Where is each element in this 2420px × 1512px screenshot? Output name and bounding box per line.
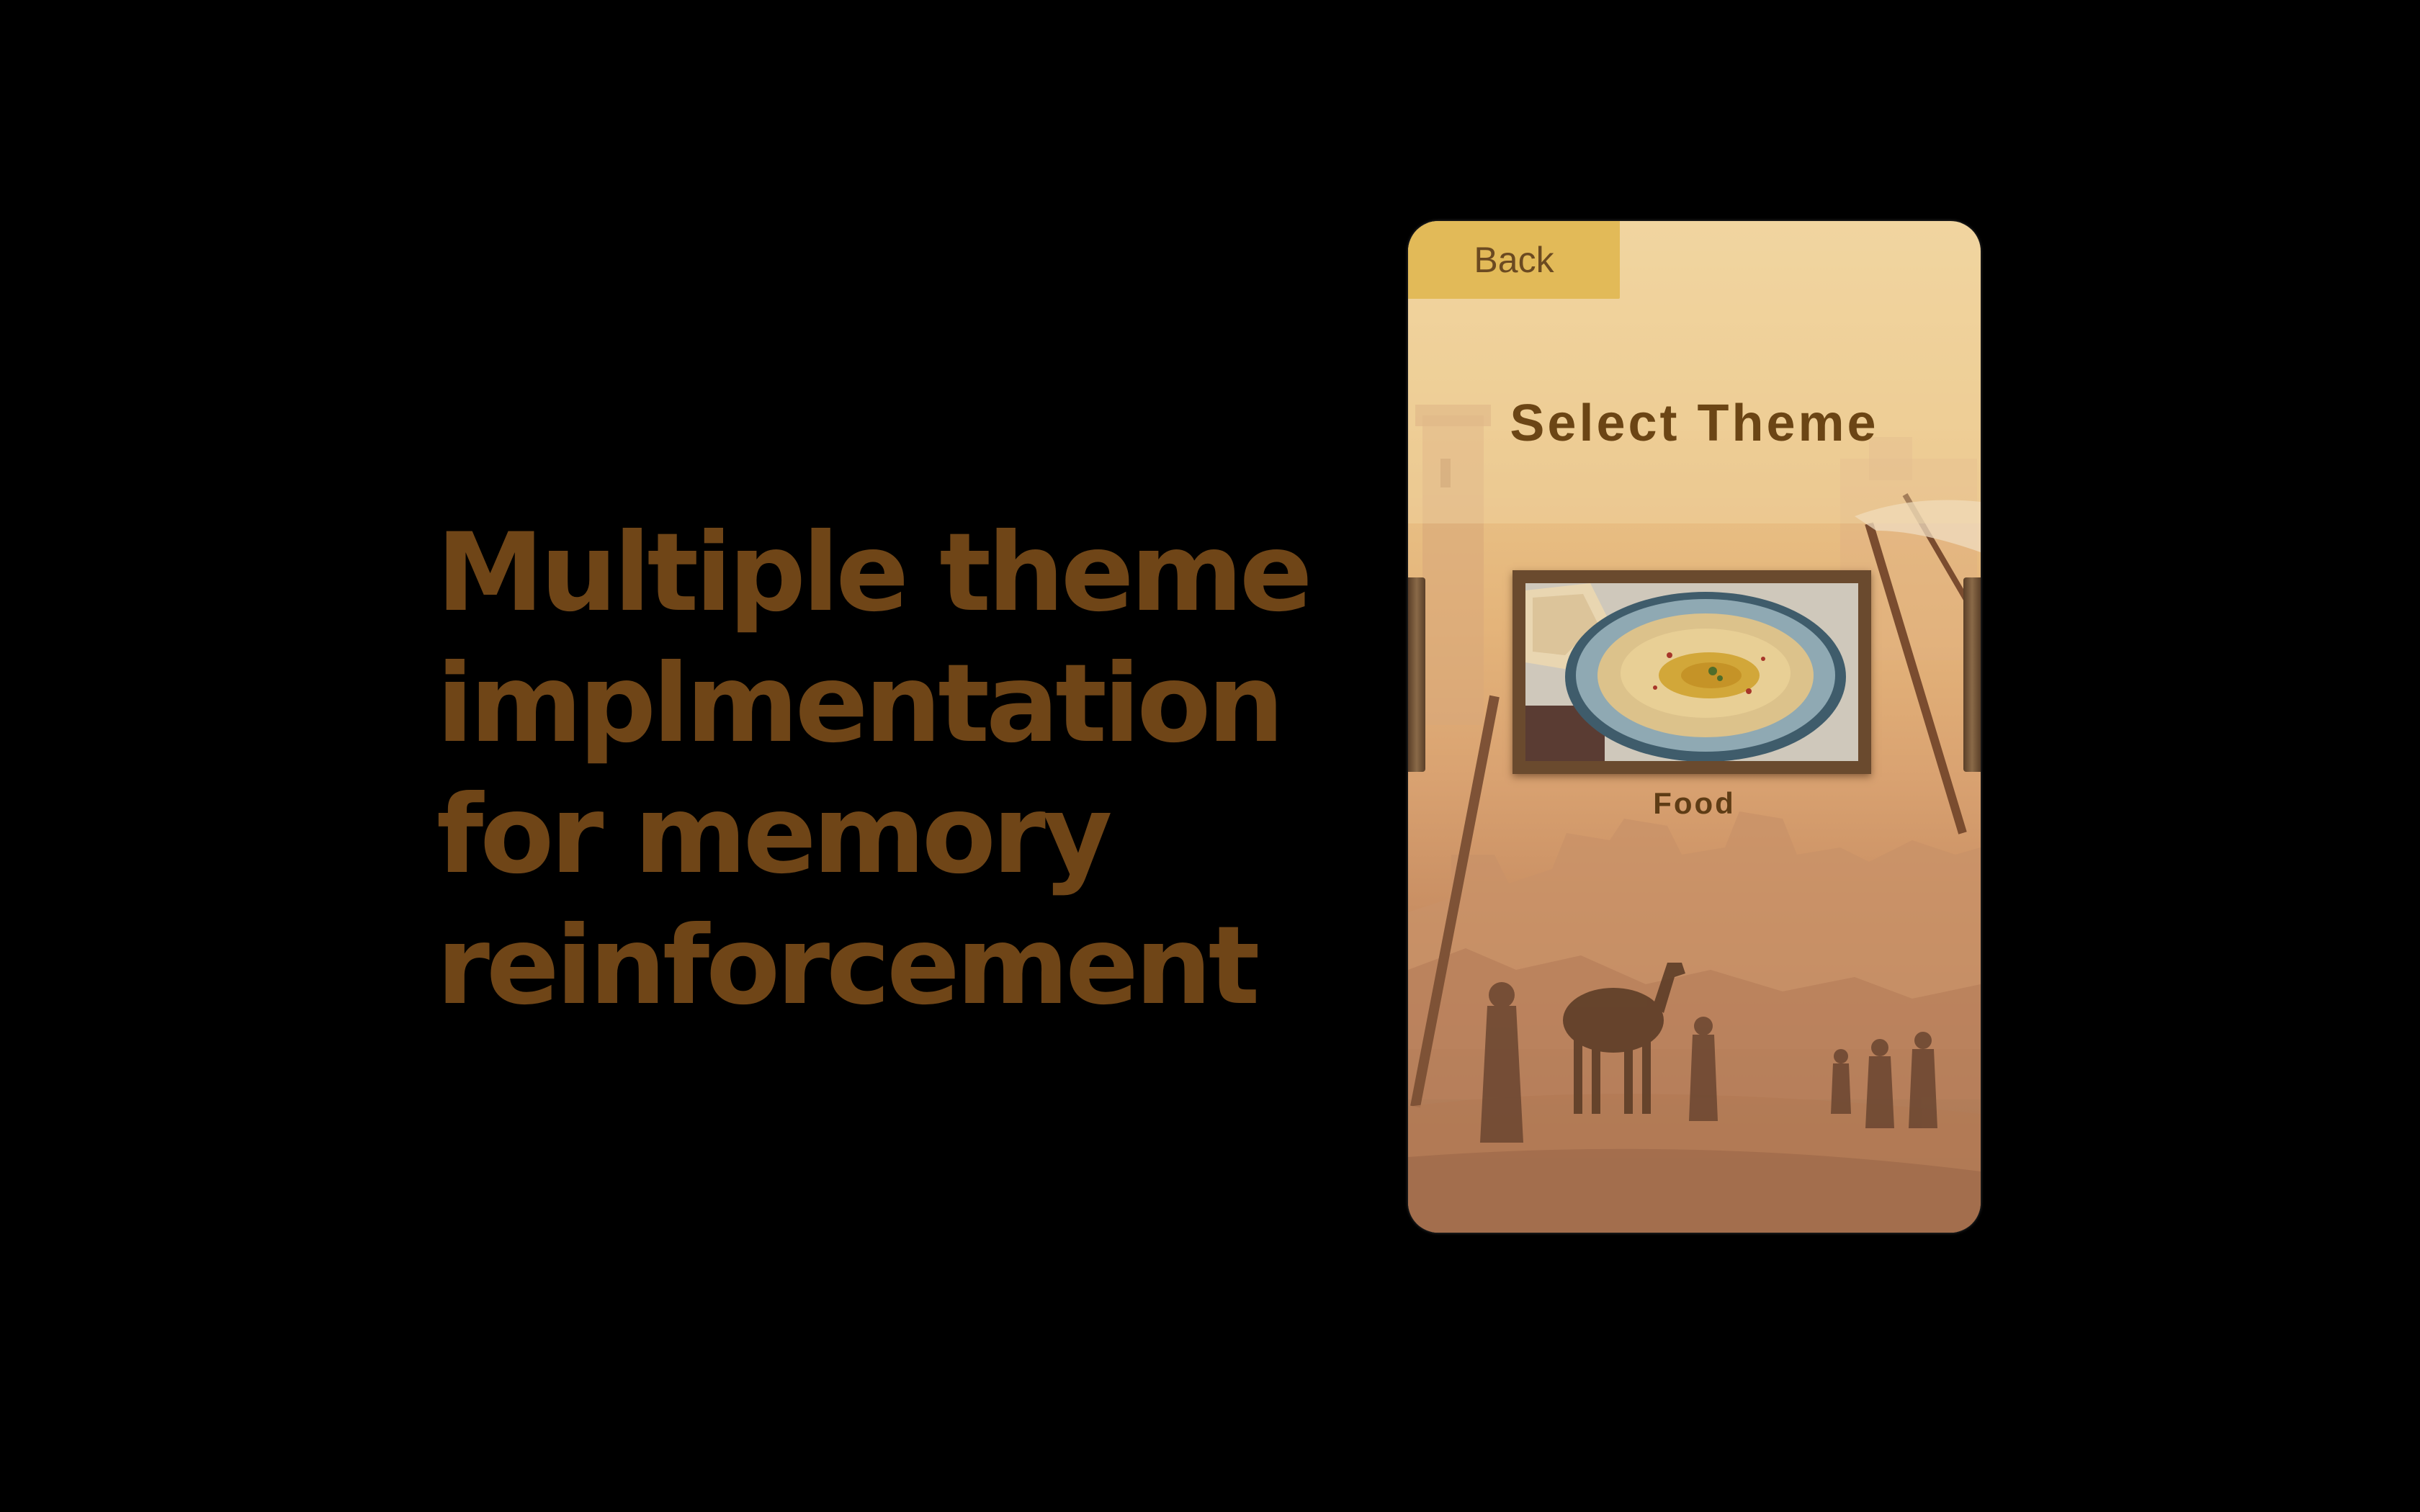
headline-line: Multiple theme bbox=[436, 510, 1313, 636]
next-theme-card[interactable] bbox=[1963, 577, 1981, 772]
presentation-slide: Multiple theme implmentation for memory … bbox=[0, 0, 2420, 1512]
headline-line: implmentation bbox=[436, 642, 1284, 767]
theme-label: Food bbox=[1653, 786, 1736, 820]
hummus-plate-image bbox=[1525, 583, 1858, 761]
back-button[interactable]: Back bbox=[1408, 221, 1620, 299]
headline: Multiple theme implmentation for memory … bbox=[436, 508, 1313, 1032]
previous-theme-card[interactable] bbox=[1408, 577, 1425, 772]
theme-card-selected[interactable] bbox=[1512, 570, 1871, 774]
headline-line: reinforcement bbox=[436, 904, 1260, 1029]
headline-line: for memory bbox=[436, 773, 1113, 898]
page-title: Select Theme bbox=[1510, 395, 1879, 452]
phone-screen: Back Select Theme Food bbox=[1408, 221, 1981, 1233]
